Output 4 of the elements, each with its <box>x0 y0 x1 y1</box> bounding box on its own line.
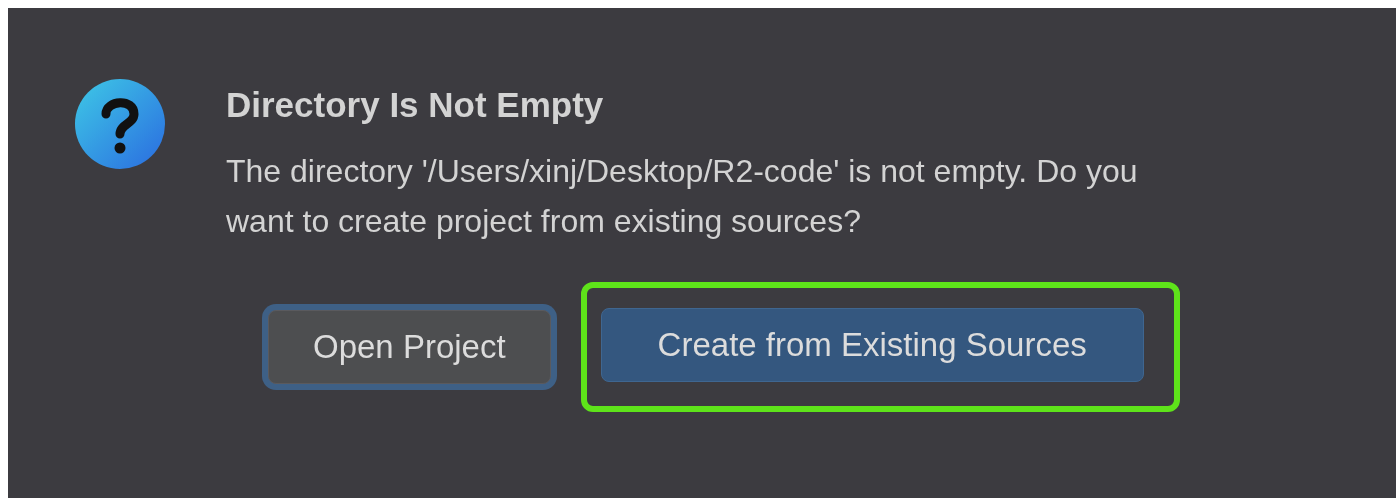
dialog-title: Directory Is Not Empty <box>226 84 605 126</box>
question-icon <box>74 78 166 170</box>
create-button[interactable]: Create from Existing Sources <box>600 308 1144 382</box>
dialog-message: The directory '/Users/xinj/Desktop/R2-code' is not empty. Do you want to create project from existing sources? <box>226 152 1139 241</box>
